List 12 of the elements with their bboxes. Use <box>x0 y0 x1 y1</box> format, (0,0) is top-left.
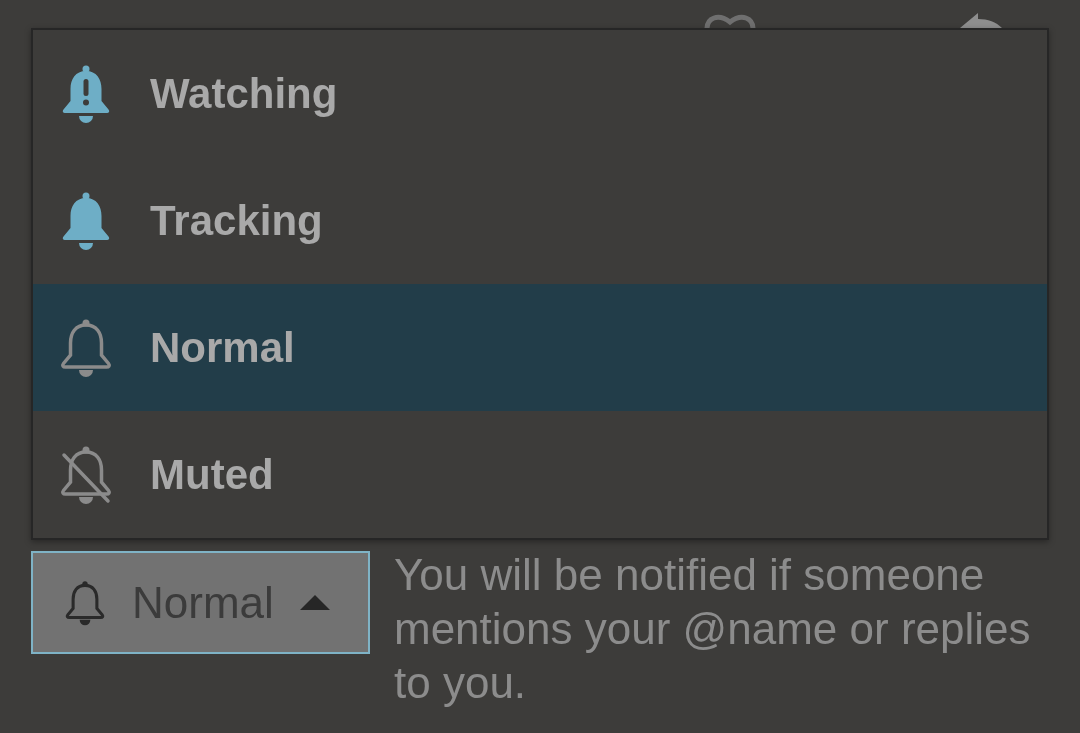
menu-item[interactable]: Normal <box>33 284 1047 411</box>
bell-icon <box>60 190 112 251</box>
bell-slash-icon <box>60 444 112 505</box>
bell-outline-icon <box>60 317 112 378</box>
notification-description: You will be notified if someone mentions your @name or replies to you. <box>394 549 1032 709</box>
menu-item[interactable]: Watching <box>33 30 1047 157</box>
bell-outline-icon <box>65 579 105 626</box>
menu-item[interactable]: Muted <box>33 411 1047 538</box>
reply-arrow-icon[interactable] <box>960 13 1002 28</box>
menu-item[interactable]: Tracking <box>33 157 1047 284</box>
bell-exclamation-icon <box>60 63 112 124</box>
caret-icon <box>299 595 330 610</box>
